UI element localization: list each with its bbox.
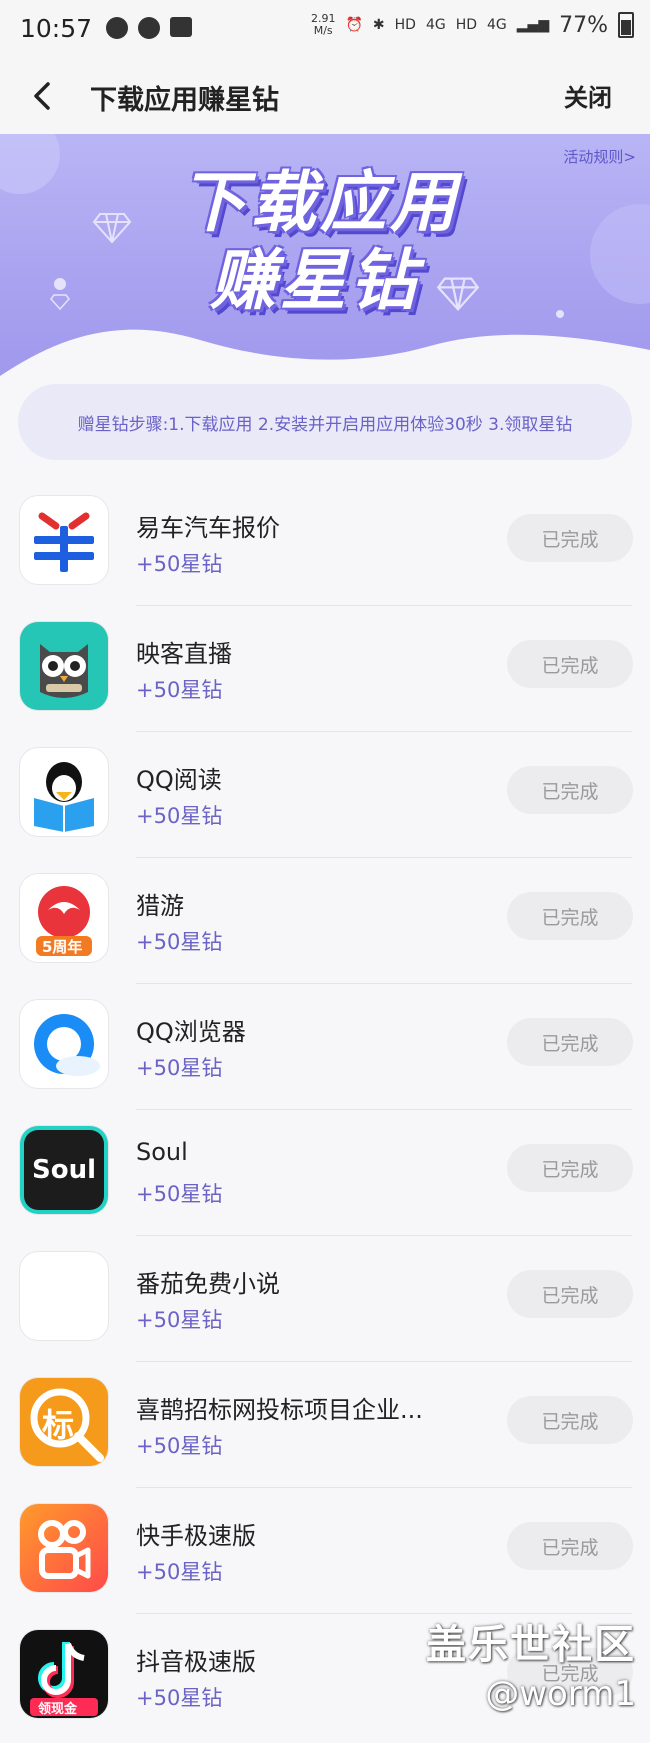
activity-rules-link[interactable]: 活动规则> — [563, 146, 636, 167]
yiche-icon — [20, 496, 108, 584]
list-item[interactable]: QQ阅读 +50星钻 已完成 — [0, 732, 650, 858]
fanqie-icon — [20, 1252, 108, 1340]
xique-icon: 标 — [20, 1378, 108, 1466]
app-reward: +50星钻 — [136, 1308, 223, 1332]
status-left-icons — [106, 17, 193, 39]
completed-button[interactable]: 已完成 — [507, 892, 633, 940]
app-name: 映客直播 — [136, 640, 232, 668]
messenger-icon — [106, 17, 129, 39]
douyin-icon: 领现金 — [20, 1630, 108, 1718]
app-reward: +50星钻 — [136, 678, 223, 702]
soul-icon-text: Soul — [31, 1155, 96, 1185]
navigation-bar: 下载应用赚星钻 关闭 — [0, 56, 650, 134]
back-arrow-icon[interactable] — [26, 78, 62, 114]
completed-button[interactable]: 已完成 — [507, 640, 633, 688]
app-name: 易车汽车报价 — [136, 514, 280, 542]
app-reward: +50星钻 — [136, 1560, 223, 1584]
douyin-badge: 领现金 — [38, 1702, 78, 1717]
list-item[interactable]: 易车汽车报价 +50星钻 已完成 — [0, 480, 650, 606]
app-name: 抖音极速版 — [136, 1648, 256, 1676]
app-name: QQ阅读 — [136, 766, 222, 794]
network-4g-2: 4G — [487, 17, 507, 33]
completed-button[interactable]: 已完成 — [507, 1270, 633, 1318]
banner-title: 下载应用 赚星钻 — [180, 164, 460, 320]
app-reward: +50星钻 — [136, 552, 223, 576]
app-name: 喜鹊招标网投标项目企业... — [136, 1396, 423, 1424]
app-reward: +50星钻 — [136, 1686, 223, 1710]
list-item[interactable]: 标 喜鹊招标网投标项目企业... +50星钻 已完成 — [0, 1362, 650, 1488]
app-reward: +50星钻 — [136, 804, 223, 828]
signal-icon: ▂▄▆ — [516, 17, 550, 33]
steps-text: 赠星钻步骤:1.下载应用 2.安装并开启用应用体验30秒 3.领取星钻 — [77, 414, 573, 435]
app-reward: +50星钻 — [136, 1056, 223, 1080]
app-reward: +50星钻 — [136, 1434, 223, 1458]
gallery-icon — [170, 17, 193, 37]
list-item[interactable]: 番茄免费小说 +50星钻 已完成 — [0, 1236, 650, 1362]
diamond-icon — [92, 213, 132, 244]
banner-wave — [0, 329, 650, 384]
soul-icon: Soul — [20, 1126, 108, 1214]
banner-title-line1: 下载应用 — [180, 164, 460, 241]
hero-banner: 活动规则> 下载应用 赚星钻 — [0, 134, 650, 384]
status-bar: 10:57 2.91 M/s ⏰ ✱ HD 4G HD 4G ▂▄▆ 77% — [0, 0, 650, 56]
qq-browser-icon — [20, 1000, 108, 1088]
status-time: 10:57 — [20, 13, 93, 43]
qq-reading-icon — [20, 748, 108, 836]
page-title: 下载应用赚星钻 — [90, 85, 279, 116]
lieyou-icon: 5周年 — [20, 874, 108, 962]
lieyou-badge: 5周年 — [42, 938, 83, 956]
hd-label-1: HD — [394, 17, 416, 33]
list-item[interactable]: Soul Soul +50星钻 已完成 — [0, 1110, 650, 1236]
status-right-icons: 2.91 M/s ⏰ ✱ HD 4G HD 4G ▂▄▆ 77% — [311, 12, 634, 38]
watermark-line2: @worm1 — [485, 1674, 636, 1714]
completed-button[interactable]: 已完成 — [507, 1522, 633, 1570]
steps-banner: 赠星钻步骤:1.下载应用 2.安装并开启用应用体验30秒 3.领取星钻 — [18, 384, 632, 460]
completed-button[interactable]: 已完成 — [507, 766, 633, 814]
list-item[interactable]: 快手极速版 +50星钻 已完成 — [0, 1488, 650, 1614]
close-button[interactable]: 关闭 — [564, 78, 612, 113]
watermark: 盖乐世社区 @worm1 — [426, 1612, 636, 1714]
list-item[interactable]: 映客直播 +50星钻 已完成 — [0, 606, 650, 732]
network-4g-1: 4G — [425, 17, 446, 33]
app-name: QQ浏览器 — [136, 1018, 246, 1046]
battery-percent: 77% — [559, 12, 608, 38]
app-reward: +50星钻 — [136, 1182, 223, 1206]
network-speed: 2.91 M/s — [311, 13, 336, 37]
xique-icon-char: 标 — [42, 1406, 75, 1444]
alarm-icon: ⏰ — [345, 17, 363, 33]
inke-owl-icon — [20, 622, 108, 710]
completed-button[interactable]: 已完成 — [507, 1018, 633, 1066]
account-icon — [138, 17, 161, 39]
completed-button[interactable]: 已完成 — [507, 1396, 633, 1444]
list-item[interactable]: QQ浏览器 +50星钻 已完成 — [0, 984, 650, 1110]
list-item[interactable]: 5周年 猎游 +50星钻 已完成 — [0, 858, 650, 984]
app-name: 番茄免费小说 — [136, 1270, 280, 1298]
app-reward: +50星钻 — [136, 930, 223, 954]
completed-button[interactable]: 已完成 — [507, 514, 633, 562]
hd-label-2: HD — [455, 17, 478, 33]
app-name: Soul — [136, 1138, 188, 1166]
bluetooth-icon: ✱ — [372, 17, 385, 33]
app-name: 快手极速版 — [136, 1522, 256, 1550]
net-speed-unit: M/s — [313, 24, 333, 37]
app-name: 猎游 — [136, 892, 184, 920]
completed-button[interactable]: 已完成 — [507, 1144, 633, 1192]
watermark-line1: 盖乐世社区 — [426, 1622, 636, 1668]
battery-icon — [618, 12, 634, 38]
kuaishou-icon — [20, 1504, 108, 1592]
